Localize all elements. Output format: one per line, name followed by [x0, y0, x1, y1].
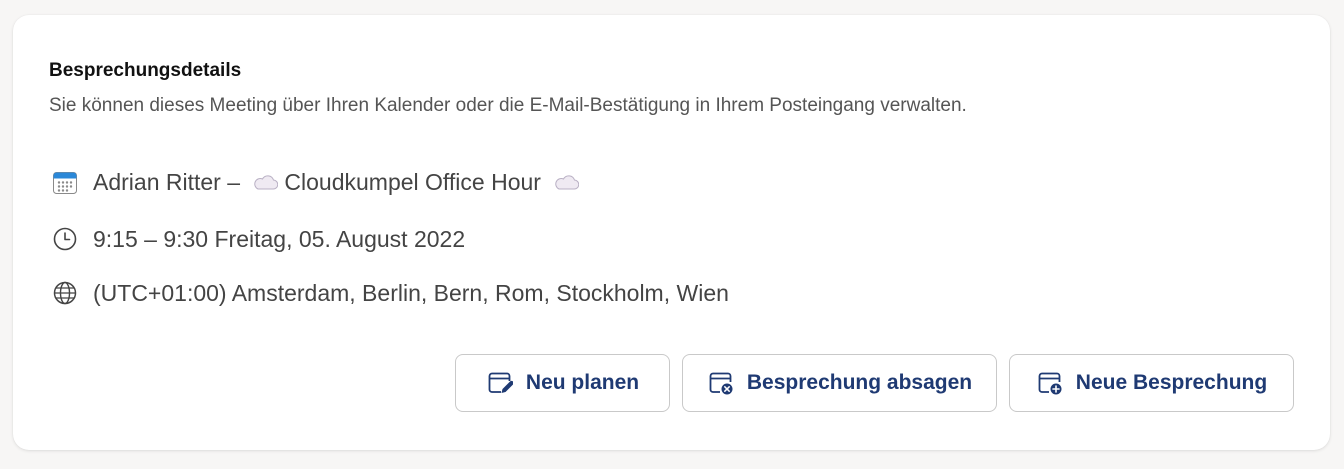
cancel-meeting-button[interactable]: Besprechung absagen	[682, 354, 997, 412]
meeting-time: 9:15 – 9:30 Freitag, 05. August 2022	[93, 225, 466, 252]
new-meeting-label: Neue Besprechung	[1075, 371, 1268, 394]
calendar-icon	[51, 169, 79, 197]
new-meeting-button[interactable]: Neue Besprechung	[1009, 354, 1294, 412]
meeting-name: Cloudkumpel Office Hour	[284, 168, 541, 195]
meeting-title: Adrian Ritter – Cloudkumpel Office Hour	[93, 169, 585, 197]
meeting-time-row: 9:15 – 9:30 Freitag, 05. August 2022	[51, 224, 465, 254]
section-title: Besprechungsdetails	[49, 60, 242, 81]
cloud-icon	[252, 170, 279, 197]
clock-icon	[51, 225, 79, 253]
meeting-timezone: (UTC+01:00) Amsterdam, Berlin, Bern, Rom…	[93, 279, 729, 306]
reschedule-label: Neu planen	[525, 371, 640, 394]
calendar-add-icon	[1036, 369, 1064, 397]
meeting-timezone-row: (UTC+01:00) Amsterdam, Berlin, Bern, Rom…	[51, 278, 729, 308]
meeting-host: Adrian Ritter –	[93, 168, 241, 195]
reschedule-button[interactable]: Neu planen	[455, 354, 670, 412]
meeting-title-row: Adrian Ritter – Cloudkumpel Office Hour	[51, 168, 585, 198]
calendar-edit-icon	[486, 369, 514, 397]
cloud-icon	[553, 170, 580, 197]
cancel-meeting-label: Besprechung absagen	[746, 371, 973, 394]
section-subtitle: Sie können dieses Meeting über Ihren Kal…	[49, 95, 967, 116]
calendar-cancel-icon	[707, 369, 735, 397]
meeting-details-card: Besprechungsdetails Sie können dieses Me…	[13, 15, 1330, 450]
globe-icon	[51, 279, 79, 307]
